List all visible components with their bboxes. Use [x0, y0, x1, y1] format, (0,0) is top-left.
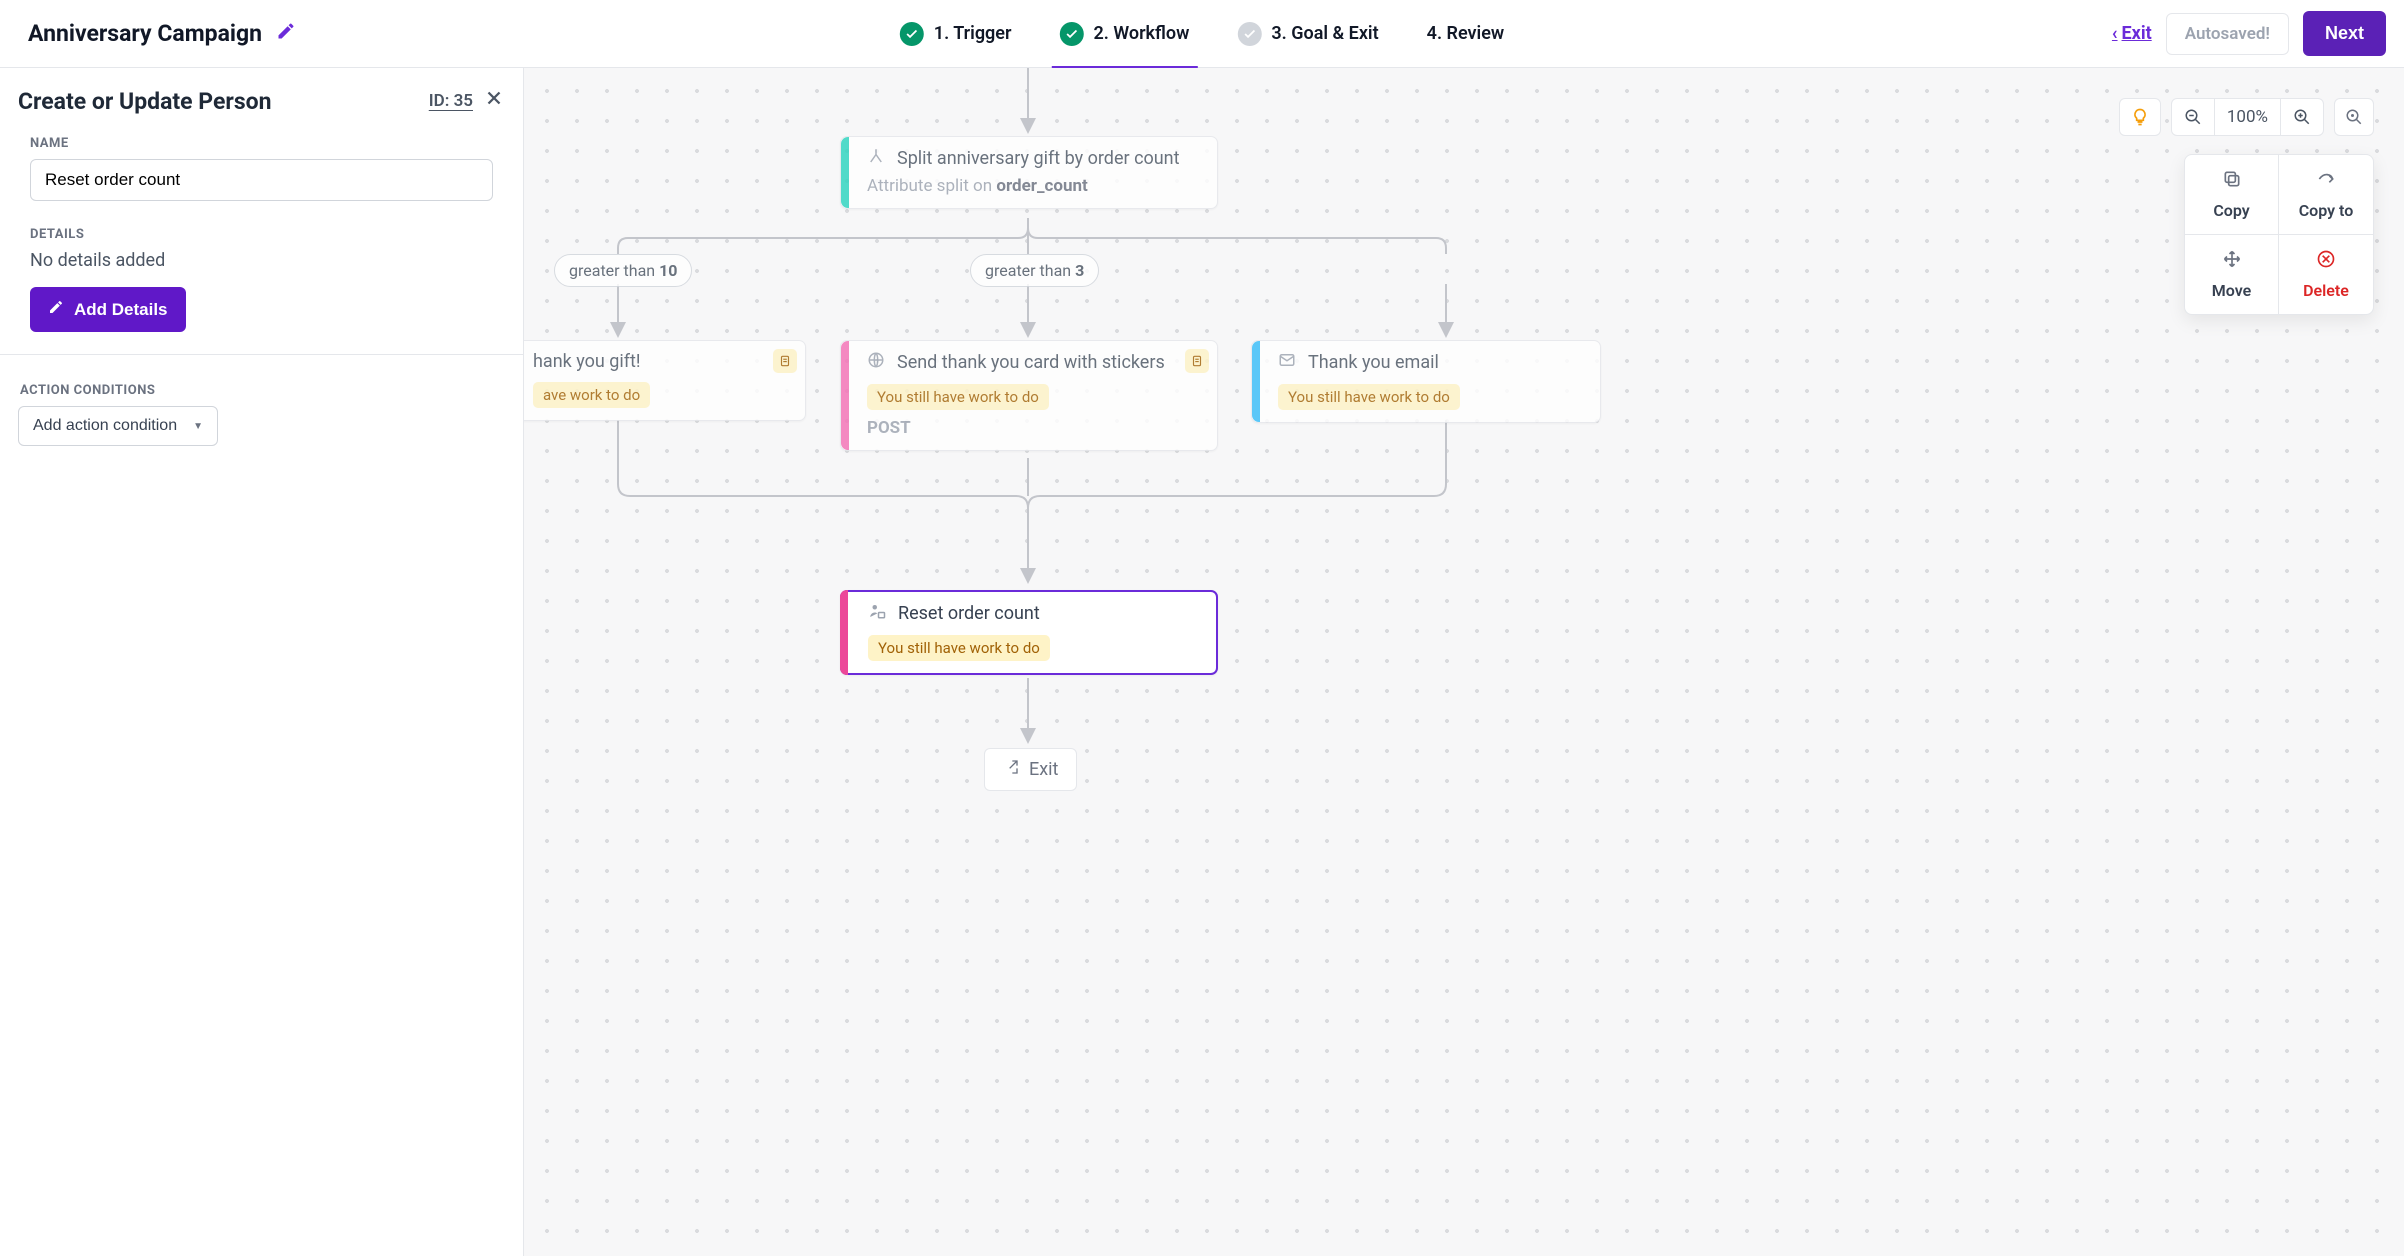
globe-icon [867, 351, 885, 374]
condition-pill-gt10[interactable]: greater than 10 [554, 254, 692, 287]
accent-bar [840, 590, 848, 675]
conditions-label: ACTION CONDITIONS [20, 383, 493, 398]
panel-id-wrap: ID: 35 [429, 86, 505, 116]
exit-node[interactable]: Exit [984, 748, 1077, 791]
node-send-stickers[interactable]: Send thank you card with stickers You st… [840, 340, 1218, 451]
ctx-label: Delete [2303, 281, 2349, 300]
body: Create or Update Person ID: 35 NAME DETA… [0, 68, 2404, 1256]
exit-link[interactable]: ‹ Exit [2112, 23, 2152, 44]
step-review[interactable]: 4. Review [1419, 0, 1513, 68]
node-title-text: Thank you email [1308, 352, 1439, 373]
ctx-delete[interactable]: Delete [2279, 235, 2373, 314]
action-config-panel: Create or Update Person ID: 35 NAME DETA… [0, 68, 524, 1256]
check-icon [1059, 22, 1083, 46]
context-menu: Copy Copy to Move Delete [2184, 154, 2374, 315]
accent-bar [841, 137, 849, 208]
name-label: NAME [30, 136, 493, 151]
note-badge-icon[interactable] [1185, 349, 1209, 373]
zoom-out-button[interactable] [2172, 99, 2214, 135]
check-icon [900, 22, 924, 46]
panel-header: Create or Update Person ID: 35 [18, 86, 505, 116]
check-icon [1237, 22, 1261, 46]
hints-button[interactable] [2119, 98, 2161, 136]
share-icon [2316, 169, 2336, 193]
accent-bar [841, 341, 849, 450]
wizard-steps: 1. Trigger 2. Workflow 3. Goal & Exit 4.… [892, 0, 1512, 68]
panel-title: Create or Update Person [18, 88, 272, 115]
mail-icon [1278, 351, 1296, 374]
zoom-fit-button[interactable] [2334, 98, 2374, 136]
connectors [524, 68, 2404, 1256]
node-title-text: Send thank you card with stickers [897, 352, 1165, 373]
add-details-button[interactable]: Add Details [30, 287, 186, 332]
note-badge-icon[interactable] [773, 349, 797, 373]
panel-id[interactable]: ID: 35 [429, 91, 473, 111]
app-header: Anniversary Campaign 1. Trigger 2. Workf… [0, 0, 2404, 68]
person-update-icon [868, 602, 886, 625]
copy-icon [2222, 169, 2242, 193]
warning-tag: You still have work to do [867, 384, 1049, 410]
add-condition-button[interactable]: Add action condition ▼ [18, 406, 218, 446]
http-method: POST [867, 418, 1201, 438]
step-label: 2. Workflow [1093, 23, 1189, 44]
delete-icon [2316, 249, 2336, 273]
ctx-label: Copy [2213, 201, 2249, 220]
step-goal-exit[interactable]: 3. Goal & Exit [1229, 0, 1386, 68]
divider [0, 354, 523, 355]
node-reset-order-count[interactable]: Reset order count You still have work to… [840, 590, 1218, 675]
node-subtitle: Attribute split on order_count [867, 176, 1201, 196]
ctx-label: Move [2212, 281, 2251, 300]
exit-icon [1003, 759, 1019, 780]
caret-down-icon: ▼ [193, 421, 203, 432]
zoom-toolbar: 100% [2119, 98, 2374, 136]
ctx-copy-to[interactable]: Copy to [2279, 155, 2373, 235]
warning-tag: You still have work to do [1278, 384, 1460, 410]
step-trigger[interactable]: 1. Trigger [892, 0, 1020, 68]
autosaved-badge: Autosaved! [2166, 13, 2289, 55]
edit-title-icon[interactable] [276, 20, 296, 47]
node-title-text: Reset order count [898, 603, 1040, 624]
step-label: 4. Review [1427, 23, 1505, 44]
campaign-title: Anniversary Campaign [28, 20, 262, 47]
chevron-left-icon: ‹ [2112, 23, 2118, 44]
node-thank-you-email[interactable]: Thank you email You still have work to d… [1251, 340, 1601, 423]
exit-label: Exit [2122, 23, 2152, 44]
step-label: 3. Goal & Exit [1271, 23, 1378, 44]
close-icon[interactable] [483, 86, 505, 116]
details-value: No details added [30, 250, 493, 271]
add-details-label: Add Details [74, 300, 168, 320]
warning-tag: ave work to do [533, 382, 650, 408]
node-title-text: Split anniversary gift by order count [897, 148, 1180, 169]
step-workflow[interactable]: 2. Workflow [1051, 0, 1197, 68]
pencil-icon [48, 299, 64, 320]
node-title-text: hank you gift! [533, 351, 641, 372]
exit-label: Exit [1029, 759, 1058, 780]
ctx-label: Copy to [2299, 201, 2354, 220]
split-icon [867, 147, 885, 170]
zoom-value: 100% [2214, 99, 2280, 135]
node-split[interactable]: Split anniversary gift by order count At… [840, 136, 1218, 209]
add-condition-label: Add action condition [33, 417, 177, 435]
campaign-title-wrap: Anniversary Campaign [28, 20, 296, 47]
move-icon [2222, 249, 2242, 273]
details-label: DETAILS [30, 227, 493, 242]
warning-tag: You still have work to do [868, 635, 1050, 661]
condition-pill-gt3[interactable]: greater than 3 [970, 254, 1099, 287]
action-name-input[interactable] [30, 159, 493, 201]
ctx-move[interactable]: Move [2185, 235, 2279, 314]
zoom-in-button[interactable] [2280, 99, 2323, 135]
next-button[interactable]: Next [2303, 11, 2386, 56]
ctx-copy[interactable]: Copy [2185, 155, 2279, 235]
accent-bar [1252, 341, 1260, 422]
node-thank-you-gift[interactable]: hank you gift! ave work to do [524, 340, 806, 421]
workflow-canvas[interactable]: Split anniversary gift by order count At… [524, 68, 2404, 1256]
header-actions: ‹ Exit Autosaved! Next [2112, 11, 2386, 56]
zoom-group: 100% [2171, 98, 2324, 136]
step-label: 1. Trigger [934, 23, 1012, 44]
